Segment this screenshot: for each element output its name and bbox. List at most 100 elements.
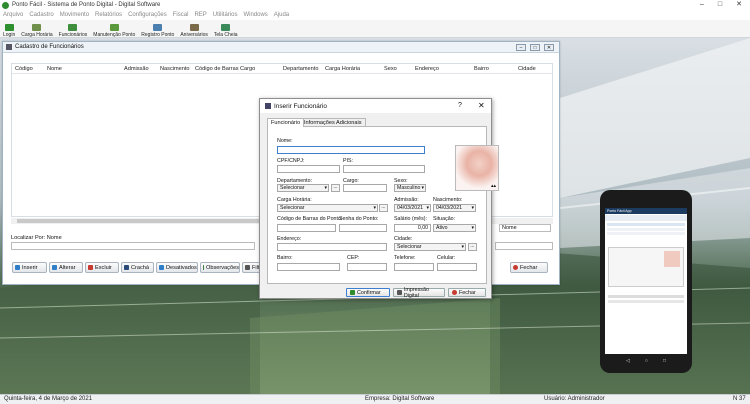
toolbar-tela-cheia-button[interactable]: Tela Cheia bbox=[211, 20, 241, 38]
admissao-label: Admissão: bbox=[394, 197, 419, 203]
excluir-button[interactable]: Excluir bbox=[85, 262, 119, 273]
salario-label: Salário (mês): bbox=[394, 216, 427, 222]
minimize-button[interactable]: – bbox=[694, 0, 710, 10]
close-icon bbox=[452, 290, 457, 295]
maintenance-icon bbox=[109, 24, 119, 31]
menu-windows[interactable]: Windows bbox=[243, 12, 267, 18]
col-bairro[interactable]: Bairro bbox=[474, 66, 489, 72]
departamento-select[interactable]: Selecionar bbox=[277, 184, 329, 192]
notes-icon bbox=[203, 265, 205, 270]
cep-input[interactable] bbox=[347, 263, 387, 271]
fechar-button[interactable]: Fechar bbox=[510, 262, 548, 273]
alterar-button[interactable]: Alterar bbox=[49, 262, 83, 273]
col-nascimento[interactable]: Nascimento bbox=[160, 66, 190, 72]
menu-fiscal[interactable]: Fiscal bbox=[173, 12, 189, 18]
carga-horaria-label: Carga Horária: bbox=[277, 197, 312, 203]
menu-cadastro[interactable]: Cadastro bbox=[29, 12, 53, 18]
status-flag: N 37 bbox=[733, 396, 746, 402]
toolbar-manutencao-button[interactable]: Manutenção Ponto bbox=[90, 20, 138, 38]
phone-nav: ◁ ○ □ bbox=[626, 358, 666, 364]
telefone-input[interactable] bbox=[394, 263, 434, 271]
desativados-button[interactable]: Desativados bbox=[156, 262, 198, 273]
col-carga-horaria[interactable]: Carga Horária bbox=[325, 66, 360, 72]
impressao-digital-button[interactable]: Impressão Digital bbox=[393, 287, 445, 299]
menu-relatorios[interactable]: Relatórios bbox=[95, 12, 122, 18]
cargo-input[interactable] bbox=[343, 184, 387, 192]
localizar-input[interactable] bbox=[11, 242, 255, 250]
menu-ajuda[interactable]: Ajuda bbox=[274, 12, 289, 18]
fullscreen-icon bbox=[221, 24, 231, 31]
nascimento-date[interactable]: 04/03/2021 bbox=[433, 204, 476, 212]
confirmar-button[interactable]: Confirmar bbox=[346, 288, 390, 297]
inserir-button[interactable]: Inserir bbox=[12, 262, 47, 273]
col-cargo[interactable]: Cargo bbox=[240, 66, 255, 72]
menu-movimento[interactable]: Movimento bbox=[60, 12, 89, 18]
status-date: Quinta-feira, 4 de Março de 2021 bbox=[4, 396, 93, 402]
col-codigo[interactable]: Código bbox=[15, 66, 33, 72]
codigo-barras-label: Código de Barras do Ponto: bbox=[277, 216, 343, 222]
maximize-button[interactable]: □ bbox=[712, 0, 728, 10]
users-off-icon bbox=[159, 265, 164, 270]
cidade-select[interactable]: Selecionar bbox=[394, 243, 466, 251]
telefone-label: Telefone: bbox=[394, 255, 416, 261]
menu-utilitarios[interactable]: Utilitários bbox=[213, 12, 238, 18]
departamento-lookup-button[interactable]: ... bbox=[331, 184, 340, 192]
celular-input[interactable] bbox=[437, 263, 477, 271]
login-icon bbox=[4, 24, 14, 31]
filter-icon bbox=[245, 265, 250, 270]
col-codigo-barras[interactable]: Código de Barras bbox=[195, 66, 239, 72]
dialog-fechar-button[interactable]: Fechar bbox=[448, 288, 486, 297]
observacoes-button[interactable]: Observações bbox=[200, 262, 240, 273]
mdi-restore-button[interactable]: □ bbox=[530, 44, 540, 51]
menu-rep[interactable]: REP bbox=[194, 12, 206, 18]
toolbar-aniversarios-button[interactable]: Aniversários bbox=[177, 20, 211, 38]
bairro-input[interactable] bbox=[277, 263, 340, 271]
cpf-input[interactable] bbox=[277, 165, 340, 173]
col-cidade[interactable]: Cidade bbox=[518, 66, 536, 72]
carga-horaria-select[interactable]: Selecionar bbox=[277, 204, 378, 212]
col-nome[interactable]: Nome bbox=[47, 66, 62, 72]
situacao-select[interactable]: Ativo bbox=[433, 224, 476, 232]
window-icon bbox=[6, 44, 12, 50]
col-sexo[interactable]: Sexo bbox=[384, 66, 397, 72]
col-endereco[interactable]: Endereço bbox=[415, 66, 439, 72]
edit-icon bbox=[52, 265, 57, 270]
toolbar-registro-button[interactable]: Registro Ponto bbox=[138, 20, 177, 38]
cracha-button[interactable]: Crachá bbox=[121, 262, 154, 273]
carga-horaria-lookup-button[interactable]: ... bbox=[379, 204, 388, 212]
tab-funcionario[interactable]: Funcionário bbox=[267, 118, 305, 127]
codigo-barras-input[interactable] bbox=[277, 224, 336, 232]
celular-label: Celular: bbox=[437, 255, 456, 261]
endereco-input[interactable] bbox=[277, 243, 387, 251]
photo-nav-icon[interactable]: ▴▴ bbox=[491, 183, 496, 189]
delete-icon bbox=[88, 265, 93, 270]
localizar-extra-input[interactable] bbox=[495, 242, 553, 250]
phone-mockup: Ponto Fácil App ◁ ○ □ bbox=[600, 190, 692, 373]
mdi-close-button[interactable]: ✕ bbox=[544, 44, 554, 51]
menu-arquivo[interactable]: Arquivo bbox=[3, 12, 23, 18]
dialog-close-button[interactable]: ✕ bbox=[478, 101, 485, 110]
col-admissao[interactable]: Admissão bbox=[124, 66, 149, 72]
menu-configuracoes[interactable]: Configurações bbox=[128, 12, 167, 18]
filter-field-select[interactable]: Nome bbox=[499, 224, 551, 232]
admissao-date[interactable]: 04/03/2021 bbox=[394, 204, 431, 212]
plus-icon bbox=[15, 265, 20, 270]
nome-label: Nome: bbox=[277, 138, 293, 144]
toolbar-login-button[interactable]: Login bbox=[0, 20, 18, 38]
senha-input[interactable] bbox=[339, 224, 387, 232]
pis-label: PIS: bbox=[343, 158, 354, 164]
toolbar-funcionarios-button[interactable]: Funcionários bbox=[56, 20, 91, 38]
salario-input[interactable]: 0,00 bbox=[394, 224, 431, 232]
close-window-button[interactable]: ✕ bbox=[731, 0, 747, 10]
help-button[interactable]: ? bbox=[458, 102, 462, 109]
col-departamento[interactable]: Departamento bbox=[283, 66, 318, 72]
employee-photo[interactable]: ▴▴ bbox=[455, 145, 499, 191]
close-icon bbox=[513, 265, 518, 270]
nome-input[interactable] bbox=[277, 146, 425, 154]
status-empresa: Empresa: Digital Software bbox=[365, 396, 435, 402]
cidade-lookup-button[interactable]: ... bbox=[468, 243, 477, 251]
mdi-minimize-button[interactable]: – bbox=[516, 44, 526, 51]
sexo-select[interactable]: Masculino bbox=[394, 184, 426, 192]
pis-input[interactable] bbox=[343, 165, 425, 173]
toolbar-carga-horaria-button[interactable]: Carga Horária bbox=[18, 20, 55, 38]
